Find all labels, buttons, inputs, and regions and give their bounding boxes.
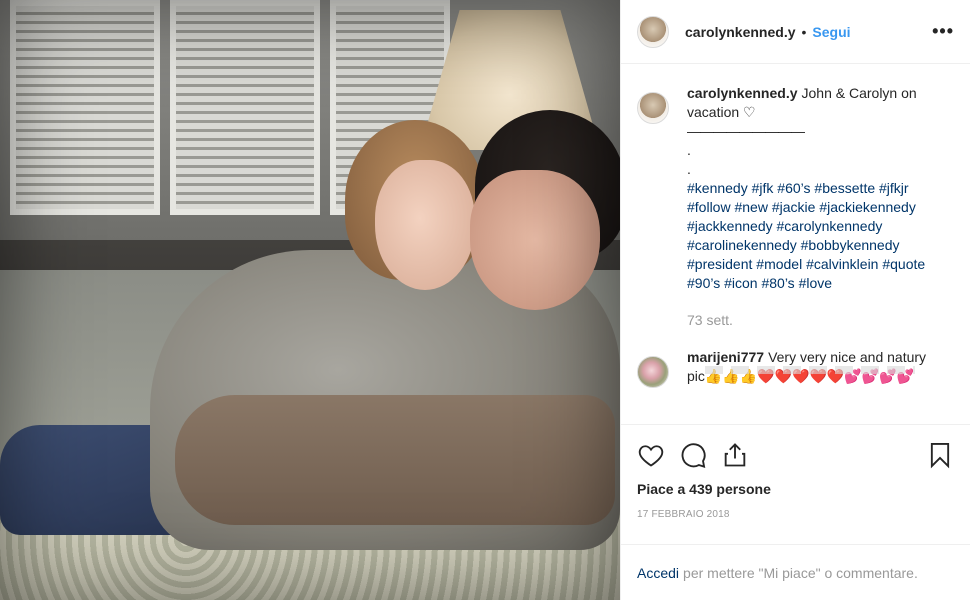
caption-dot: .: [687, 161, 691, 177]
post-actions: Piace a 439 persone 17 FEBBRAIO 2018: [621, 424, 970, 544]
hashtag-link[interactable]: #jfkjr: [879, 180, 909, 196]
hashtag-link[interactable]: #jfk: [752, 180, 774, 196]
hashtag-link[interactable]: #bessette: [814, 180, 875, 196]
hashtag-link[interactable]: #calvinklein: [806, 256, 878, 272]
hashtag-link[interactable]: #90’s: [687, 275, 720, 291]
comment-username[interactable]: marijeni777: [687, 349, 764, 365]
hashtag-link[interactable]: #quote: [882, 256, 925, 272]
hashtag-link[interactable]: #jackiekennedy: [819, 199, 916, 215]
hashtag-link[interactable]: #80’s: [761, 275, 794, 291]
comment-icon[interactable]: [679, 441, 707, 469]
post-photo[interactable]: [0, 0, 620, 600]
action-icons: [637, 435, 954, 475]
hashtag-link[interactable]: #jackkennedy: [687, 218, 773, 234]
more-options-icon[interactable]: •••: [932, 21, 954, 42]
photo-face: [375, 160, 475, 290]
comments-section[interactable]: carolynkenned.y John & Carolyn on vacatio…: [621, 64, 970, 424]
likes-count[interactable]: Piace a 439 persone: [637, 481, 954, 497]
share-icon[interactable]: [721, 441, 749, 469]
post-sidebar: carolynkenned.y • Segui ••• carolynkenne…: [620, 0, 970, 600]
photo-shutter: [10, 0, 160, 215]
hashtag-link[interactable]: #new: [734, 199, 767, 215]
login-text: per mettere "Mi piace" o commentare.: [683, 564, 918, 581]
caption-body: carolynkenned.y John & Carolyn on vacatio…: [687, 84, 937, 330]
avatar[interactable]: [637, 15, 669, 48]
post-header: carolynkenned.y • Segui •••: [621, 0, 970, 64]
hashtag-link[interactable]: #follow: [687, 199, 731, 215]
hashtag-link[interactable]: #60’s: [777, 180, 810, 196]
hashtag-link[interactable]: #bobbykennedy: [801, 237, 900, 253]
instagram-post: carolynkenned.y • Segui ••• carolynkenne…: [0, 0, 970, 600]
hashtag-list: #kennedy #jfk #60’s #bessette #jfkjr #fo…: [687, 179, 937, 293]
post-age: 73 sett.: [687, 312, 733, 328]
hashtag-link[interactable]: #icon: [724, 275, 757, 291]
avatar[interactable]: [637, 356, 669, 388]
photo-face: [470, 170, 600, 310]
login-link[interactable]: Accedi: [637, 565, 679, 581]
login-prompt: Accedi per mettere "Mi piace" o commenta…: [621, 544, 970, 600]
caption-divider: —————————: [687, 123, 805, 139]
bookmark-icon[interactable]: [926, 441, 954, 469]
hashtag-link[interactable]: #kennedy: [687, 180, 748, 196]
hashtag-link[interactable]: #carolinekennedy: [687, 237, 797, 253]
caption-comment: carolynkenned.y John & Carolyn on vacatio…: [637, 84, 954, 330]
hashtag-link[interactable]: #jackie: [772, 199, 816, 215]
next-comment-partial: [705, 366, 915, 374]
hashtag-link[interactable]: #carolynkennedy: [777, 218, 883, 234]
post-date: 17 FEBBRAIO 2018: [637, 509, 730, 520]
caption-username[interactable]: carolynkenned.y: [687, 85, 798, 101]
hashtag-link[interactable]: #love: [799, 275, 832, 291]
avatar[interactable]: [637, 92, 669, 124]
header-separator: •: [801, 23, 807, 40]
hashtag-link[interactable]: #president: [687, 256, 752, 272]
hashtag-link[interactable]: #model: [756, 256, 802, 272]
heart-icon[interactable]: [637, 441, 665, 469]
header-username[interactable]: carolynkenned.y: [685, 24, 796, 40]
photo-arm: [175, 395, 615, 525]
caption-dot: .: [687, 142, 691, 158]
photo-shutter: [170, 0, 320, 215]
follow-button[interactable]: Segui: [812, 24, 850, 40]
